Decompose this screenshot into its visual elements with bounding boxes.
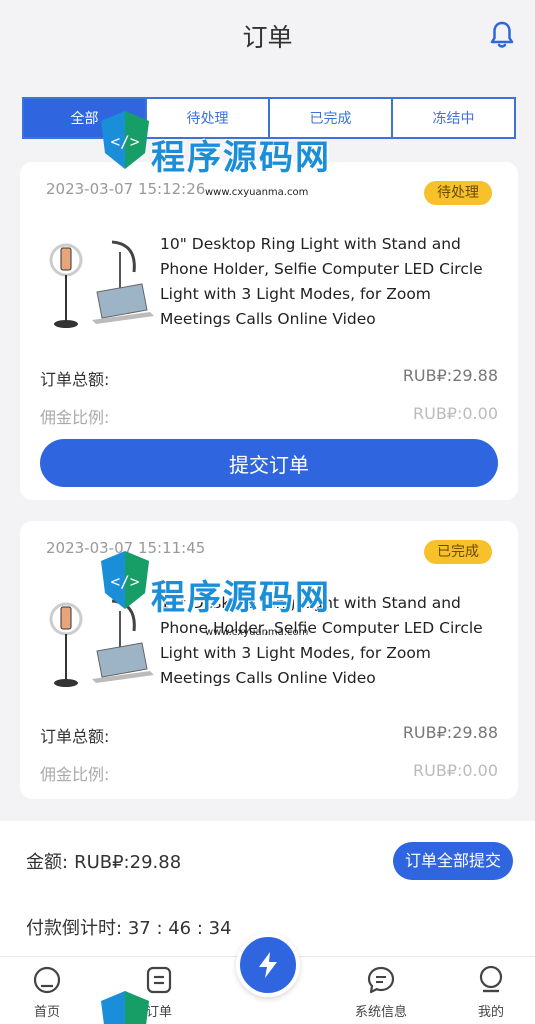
- tabbar-orders[interactable]: 订单: [124, 965, 194, 1020]
- order-card: 2023-03-07 15:11:45 已完成 10" Desktop Ring…: [20, 521, 518, 799]
- tabbar-messages[interactable]: 系统信息: [346, 965, 416, 1020]
- tabbar-messages-label: 系统信息: [354, 1005, 407, 1020]
- commission-row: 佣金比例: RUB₽:0.00: [40, 404, 498, 428]
- tabbar-mine[interactable]: 我的: [456, 965, 526, 1020]
- order-total-row: 订单总额: RUB₽:29.88: [40, 366, 498, 390]
- product-name[interactable]: 10" Desktop Ring Light with Stand and Ph…: [160, 232, 490, 332]
- tabbar-home-label: 首页: [33, 1005, 60, 1020]
- commission-value: RUB₽:0.00: [413, 761, 498, 780]
- app-header: 订单: [0, 0, 535, 72]
- product-name[interactable]: 10" Desktop Ring Light with Stand and Ph…: [160, 591, 490, 691]
- chat-icon: [367, 966, 395, 994]
- amount-value: RUB₽:29.88: [74, 852, 182, 873]
- tab-pending[interactable]: 待处理: [147, 99, 270, 137]
- payment-countdown: 付款倒计时: 37 : 46 : 34: [26, 914, 232, 940]
- lightning-icon: [259, 952, 277, 978]
- bell-icon[interactable]: [489, 20, 515, 50]
- status-badge: 待处理: [424, 181, 492, 205]
- product-image: [49, 599, 154, 687]
- order-total-value: RUB₽:29.88: [402, 366, 498, 385]
- order-card: 2023-03-07 15:12:26 待处理 10" Desktop Ring…: [20, 162, 518, 500]
- bottom-tab-bar: 首页 订单 系统信息 我的: [0, 933, 535, 1024]
- user-icon: [479, 965, 503, 993]
- tab-frozen[interactable]: 冻结中: [393, 99, 514, 137]
- tabbar-home[interactable]: 首页: [12, 965, 82, 1020]
- tab-all[interactable]: 全部: [24, 99, 147, 137]
- order-filter-tabs: 全部 待处理 已完成 冻结中: [22, 97, 516, 139]
- tab-completed[interactable]: 已完成: [270, 99, 393, 137]
- countdown-label: 付款倒计时:: [26, 918, 123, 939]
- amount-line: 金额: RUB₽:29.88: [26, 848, 181, 874]
- commission-row: 佣金比例: RUB₽:0.00: [40, 761, 498, 785]
- amount-label: 金额:: [26, 852, 69, 873]
- orders-icon: [146, 966, 172, 994]
- submit-order-button[interactable]: 提交订单: [40, 439, 498, 487]
- product-image: [49, 240, 154, 328]
- order-date: 2023-03-07 15:11:45: [46, 539, 206, 557]
- commission-label: 佣金比例:: [40, 765, 110, 784]
- order-total-label: 订单总额:: [40, 370, 110, 389]
- submit-all-orders-button[interactable]: 订单全部提交: [392, 842, 513, 880]
- order-total-label: 订单总额:: [40, 727, 110, 746]
- home-icon: [33, 966, 61, 994]
- tabbar-orders-label: 订单: [145, 1005, 172, 1020]
- order-date: 2023-03-07 15:12:26: [46, 180, 206, 198]
- status-badge: 已完成: [424, 540, 492, 564]
- order-total-row: 订单总额: RUB₽:29.88: [40, 723, 498, 747]
- commission-value: RUB₽:0.00: [413, 404, 498, 423]
- commission-label: 佣金比例:: [40, 408, 110, 427]
- countdown-value: 37 : 46 : 34: [127, 918, 232, 939]
- quick-action-button[interactable]: [236, 933, 300, 997]
- tabbar-mine-label: 我的: [477, 1005, 504, 1020]
- page-title: 订单: [242, 23, 293, 52]
- order-total-value: RUB₽:29.88: [402, 723, 498, 742]
